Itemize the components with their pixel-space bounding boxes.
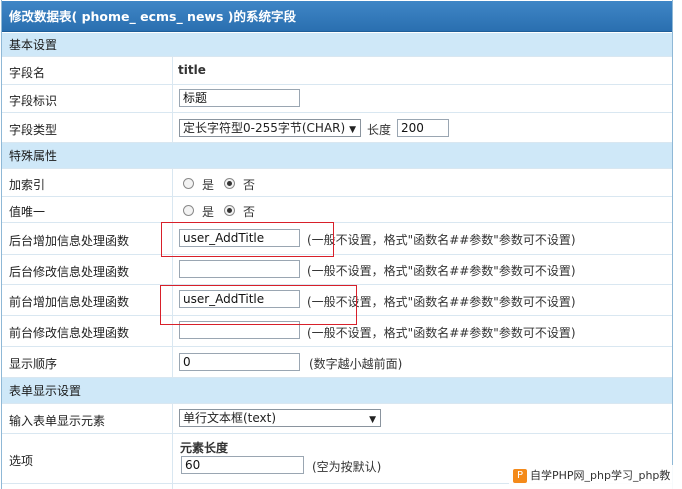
elem-len-input[interactable]: 60 — [181, 456, 304, 474]
unique-yes-label: 是 — [202, 205, 215, 219]
field-type-label: 字段类型 — [9, 123, 58, 137]
section-special: 特殊属性 — [2, 143, 672, 169]
dropdown-arrow-icon: ▼ — [349, 125, 356, 135]
watermark-text: 自学PHP网_php学习_php教 — [530, 469, 671, 482]
field-type-value: 定长字符型0-255字节(CHAR) — [183, 121, 346, 135]
panel-title: 修改数据表( phome_ ecms_ news )的系统字段 — [2, 1, 672, 32]
elem-len-label: 元素长度 — [180, 441, 229, 455]
index-no-radio[interactable] — [224, 178, 235, 189]
field-type-select[interactable]: 定长字符型0-255字节(CHAR) ▼ — [179, 119, 361, 137]
highlight-box-admin — [161, 222, 334, 257]
admin-edit-label: 后台修改信息处理函数 — [9, 265, 130, 279]
highlight-box-front — [160, 285, 357, 325]
settings-panel: 修改数据表( phome_ ecms_ news )的系统字段 基本设置 字段名… — [1, 0, 673, 489]
front-edit-label: 前台修改信息处理函数 — [9, 326, 130, 340]
row-display-order: 显示顺序 0 (数字越小越前面) — [2, 347, 672, 378]
field-mark-input[interactable]: 标题 — [179, 89, 300, 107]
cell-divider — [172, 85, 173, 112]
row-form-element: 输入表单显示元素 单行文本框(text) ▼ — [2, 404, 672, 434]
cell-divider — [172, 404, 173, 433]
elem-len-hint: (空为按默认) — [312, 460, 382, 474]
watermark: P 自学PHP网_php学习_php教 — [509, 465, 682, 489]
unique-no-label: 否 — [243, 205, 256, 219]
field-name-value: title — [178, 63, 206, 77]
cell-divider — [172, 169, 173, 196]
index-label: 加索引 — [9, 178, 46, 192]
index-yes-label: 是 — [202, 178, 215, 192]
row-index: 加索引 是 否 — [2, 169, 672, 197]
row-unique: 值唯一 是 否 — [2, 197, 672, 223]
unique-no-radio[interactable] — [224, 205, 235, 216]
index-yes-radio[interactable] — [183, 178, 194, 189]
form-element-select[interactable]: 单行文本框(text) ▼ — [179, 409, 381, 427]
cell-divider — [172, 434, 173, 483]
watermark-logo-icon: P — [513, 469, 527, 483]
cell-divider — [172, 255, 173, 284]
row-admin-add-func: 后台增加信息处理函数 user_AddTitle (一般不设置，格式"函数名##… — [2, 223, 672, 255]
length-input[interactable]: 200 — [397, 119, 449, 137]
front-add-label: 前台增加信息处理函数 — [9, 295, 130, 309]
length-label: 长度 — [367, 123, 392, 137]
row-field-mark: 字段标识 标题 — [2, 85, 672, 113]
row-field-type: 字段类型 定长字符型0-255字节(CHAR) ▼ 长度 200 — [2, 113, 672, 143]
cell-divider — [172, 197, 173, 222]
field-name-label: 字段名 — [9, 66, 46, 80]
unique-label: 值唯一 — [9, 205, 46, 219]
admin-edit-input[interactable] — [179, 260, 300, 278]
front-edit-hint: (一般不设置，格式"函数名##参数"参数可不设置) — [307, 326, 576, 340]
form-element-value: 单行文本框(text) — [183, 411, 277, 425]
options-label: 选项 — [9, 454, 34, 468]
field-mark-label: 字段标识 — [9, 94, 58, 108]
index-no-label: 否 — [243, 178, 256, 192]
cell-divider — [172, 113, 173, 142]
cell-divider — [172, 484, 173, 489]
section-basic: 基本设置 — [2, 33, 672, 57]
unique-yes-radio[interactable] — [183, 205, 194, 216]
admin-add-hint: (一般不设置，格式"函数名##参数"参数可不设置) — [307, 233, 576, 247]
admin-add-label: 后台增加信息处理函数 — [9, 234, 130, 248]
order-input[interactable]: 0 — [179, 353, 300, 371]
dropdown-arrow-icon: ▼ — [369, 415, 376, 425]
row-field-name: 字段名 title — [2, 57, 672, 85]
cell-divider — [172, 57, 173, 84]
cell-divider — [172, 347, 173, 377]
order-label: 显示顺序 — [9, 357, 58, 371]
admin-edit-hint: (一般不设置，格式"函数名##参数"参数可不设置) — [307, 264, 576, 278]
order-hint: (数字越小越前面) — [309, 357, 403, 371]
row-admin-edit-func: 后台修改信息处理函数 (一般不设置，格式"函数名##参数"参数可不设置) — [2, 255, 672, 285]
form-element-label: 输入表单显示元素 — [9, 414, 106, 428]
section-form: 表单显示设置 — [2, 378, 672, 404]
